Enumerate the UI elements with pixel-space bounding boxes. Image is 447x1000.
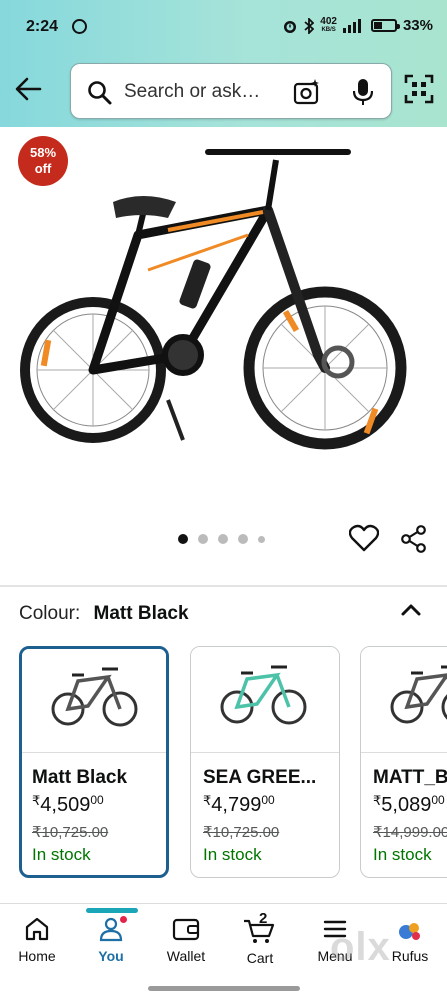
colour-option-name: SEA GREE... xyxy=(203,767,317,788)
colour-option-name: MATT_B xyxy=(373,767,447,788)
battery-icon xyxy=(370,19,400,32)
carousel-dot[interactable] xyxy=(218,534,228,544)
share-icon[interactable] xyxy=(400,525,428,553)
home-icon xyxy=(25,917,49,941)
nav-cart-label: Cart xyxy=(246,950,274,966)
network-speed-value: 402 xyxy=(320,15,337,27)
price-fraction: 00 xyxy=(431,793,445,807)
colour-label: Colour: xyxy=(19,603,81,624)
discount-percent: 58% xyxy=(29,145,57,160)
colour-option-image xyxy=(361,647,447,753)
camera-lens-icon[interactable] xyxy=(293,78,321,106)
status-icons: 402 KB/S 33% xyxy=(282,15,433,34)
colour-option-stock: In stock xyxy=(203,845,262,864)
carousel-dot[interactable] xyxy=(258,535,265,543)
bike-thumbnail xyxy=(220,665,307,725)
carousel-dot[interactable] xyxy=(178,534,188,544)
network-speed-unit: KB/S xyxy=(321,26,336,33)
search-bar[interactable]: Search or ask… xyxy=(70,63,392,119)
app-header: 2:24 402 KB/S 33% Search or ask… xyxy=(0,0,447,127)
discount-badge: 58% off xyxy=(18,136,68,186)
alarm-icon xyxy=(284,20,297,33)
signal-icon xyxy=(342,18,361,33)
thumbnail-frame xyxy=(404,673,447,710)
status-time: 2:24 xyxy=(26,18,59,35)
nav-wallet[interactable]: Wallet xyxy=(149,916,223,964)
nav-home[interactable]: Home xyxy=(0,916,74,964)
colour-option-image xyxy=(191,647,339,753)
colour-selector-header[interactable]: Colour: Matt Black xyxy=(19,603,189,625)
microphone-icon[interactable] xyxy=(353,78,373,106)
rufus-assistant-icon xyxy=(399,923,420,940)
active-tab-indicator xyxy=(86,908,138,913)
whatsapp-notification-icon xyxy=(72,19,87,34)
bike-thumbnail xyxy=(390,665,447,724)
nav-cart[interactable]: 2 Cart xyxy=(223,910,297,966)
nav-home-label: Home xyxy=(18,948,56,964)
colour-option-mrp: ₹10,725.00 xyxy=(32,824,109,841)
colour-option-card[interactable]: Matt Black ₹4,50900 ₹10,725.00 In stock xyxy=(19,646,169,878)
carousel-dot[interactable] xyxy=(198,534,208,544)
price-fraction: 00 xyxy=(261,793,275,807)
price-whole: 4,509 xyxy=(40,794,91,816)
product-image[interactable] xyxy=(18,140,428,480)
price-whole: 5,089 xyxy=(381,794,432,816)
bike-thumbnail xyxy=(51,667,138,727)
colour-option-card[interactable]: SEA GREE... ₹4,79900 ₹10,725.00 In stock xyxy=(190,646,340,878)
wishlist-heart-icon[interactable] xyxy=(349,524,379,552)
back-arrow-icon[interactable] xyxy=(14,76,42,102)
carousel-dot[interactable] xyxy=(238,534,248,544)
battery-percent: 33% xyxy=(402,17,433,34)
olx-watermark: olx xyxy=(330,925,391,969)
cart-count-badge: 2 xyxy=(259,910,268,927)
barcode-scan-icon[interactable] xyxy=(404,74,434,104)
colour-option-price: ₹4,50900 xyxy=(32,793,104,817)
discount-off-label: off xyxy=(34,161,52,176)
nav-wallet-label: Wallet xyxy=(166,948,206,964)
bike-illustration xyxy=(20,149,407,450)
nav-you-label: You xyxy=(98,948,124,964)
chevron-up-icon[interactable] xyxy=(400,601,422,617)
search-placeholder[interactable]: Search or ask… xyxy=(124,81,260,103)
colour-option-image xyxy=(22,649,166,753)
colour-option-price: ₹4,79900 xyxy=(203,793,275,817)
search-icon xyxy=(88,81,112,105)
colour-option-name: Matt Black xyxy=(32,767,128,788)
thumbnail-frame xyxy=(234,672,291,710)
status-bar: 2:24 402 KB/S 33% xyxy=(0,0,447,54)
network-speed: 402 KB/S xyxy=(320,15,337,34)
section-divider xyxy=(0,585,447,587)
bluetooth-icon xyxy=(304,17,315,34)
colour-option-mrp: ₹10,725.00 xyxy=(203,824,280,841)
colour-option-card[interactable]: MATT_B ₹5,08900 ₹14,999.00 In stock xyxy=(360,646,447,878)
gesture-home-bar[interactable] xyxy=(148,986,300,991)
colour-option-price: ₹5,08900 xyxy=(373,793,445,817)
colour-option-stock: In stock xyxy=(32,845,91,864)
image-carousel-indicator xyxy=(178,534,265,544)
selected-colour: Matt Black xyxy=(93,603,189,624)
colour-option-stock: In stock xyxy=(373,845,432,864)
price-whole: 4,799 xyxy=(211,794,262,816)
thumbnail-frame xyxy=(65,674,122,712)
person-icon xyxy=(99,917,123,942)
colour-option-mrp: ₹14,999.00 xyxy=(373,824,447,841)
section-divider xyxy=(0,903,447,904)
nav-you[interactable]: You xyxy=(74,916,148,964)
wallet-icon xyxy=(172,918,200,941)
price-fraction: 00 xyxy=(90,793,104,807)
colour-options-carousel[interactable]: Matt Black ₹4,50900 ₹10,725.00 In stock … xyxy=(19,646,447,880)
